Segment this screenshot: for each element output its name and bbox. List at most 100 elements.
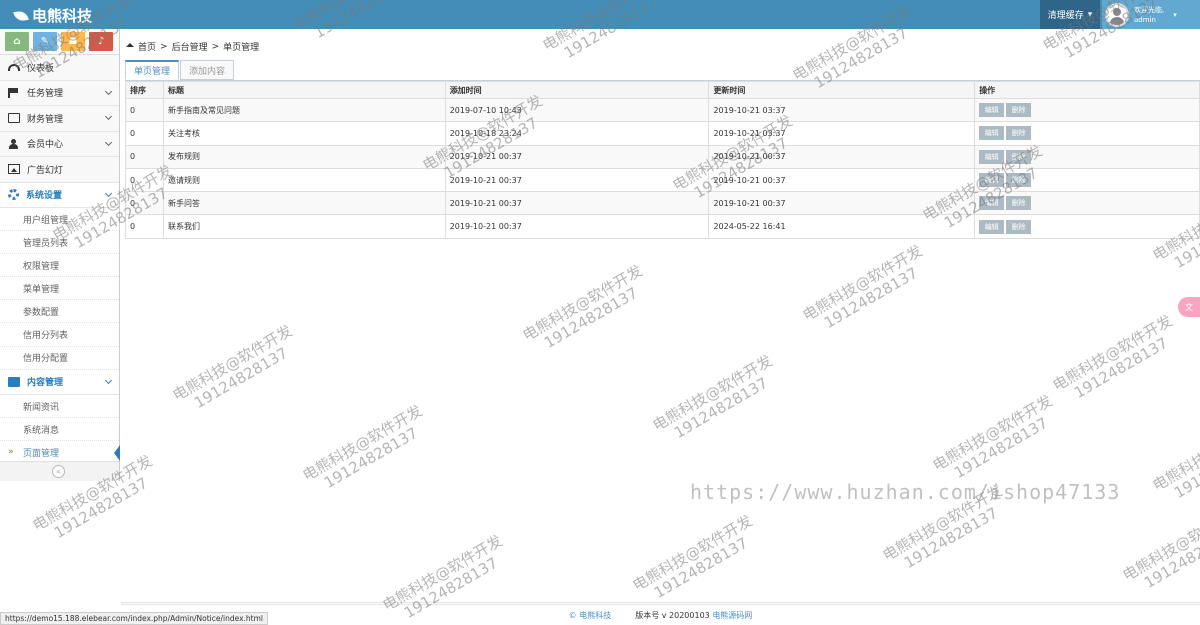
sub-item-label: 权限管理 <box>23 261 60 272</box>
sidebar-item-dashboard[interactable]: 仪表板 <box>0 55 119 81</box>
shortcut-edit-button[interactable]: ✎ <box>33 32 57 51</box>
sidebar-sub-admins[interactable]: 管理员列表 <box>0 231 119 255</box>
sidebar-item-members[interactable]: 会员中心 <box>0 131 119 157</box>
cell-sort: 0 <box>125 191 164 216</box>
watermark-phone: 19124828137 <box>901 503 1001 572</box>
sub-item-label: 页面管理 <box>23 448 60 459</box>
edit-button[interactable]: 编辑 <box>979 219 1005 234</box>
sidebar-sub-credit-config[interactable]: 信用分配置 <box>0 346 119 370</box>
money-icon <box>8 113 20 124</box>
cell-actions: 编辑 删除 <box>974 97 1200 123</box>
edit-button[interactable]: 编辑 <box>979 126 1005 141</box>
shortcut-bar: ⌂ ✎ ☗ ♪ <box>0 29 119 55</box>
table-row: 0 新手指南及常见问题 2019-07-10 10:43 2019-10-21 … <box>125 97 1200 123</box>
brand-name: 电熊科技 <box>32 7 93 25</box>
brand-logo[interactable]: 电熊科技 <box>13 5 93 26</box>
cell-title: 联系我们 <box>162 214 446 239</box>
sidebar-item-tasks[interactable]: 任务管理 <box>0 80 119 106</box>
watermark-text: 电熊科技@软件开发19124828137 <box>1150 412 1200 509</box>
watermark-phone: 19124828137 <box>321 423 421 492</box>
watermark-text: 电熊科技@软件开发19124828137 <box>300 402 434 499</box>
bell-icon: ♪ <box>97 36 105 47</box>
sidebar-item-finance[interactable]: 财务管理 <box>0 106 119 132</box>
floating-translate-button[interactable]: 文 <box>1178 297 1200 317</box>
cell-actions: 编辑 删除 <box>974 167 1200 193</box>
cell-actions: 编辑 删除 <box>974 121 1200 146</box>
watermark-line: 电熊科技@软件开发 <box>629 511 756 595</box>
clear-cache-label: 清理缓存 <box>1047 11 1084 21</box>
sub-item-label: 系统消息 <box>23 425 60 436</box>
tab-bar: 单页管理 添加内容 <box>125 60 235 80</box>
column-header-sort: 排序 <box>125 81 164 99</box>
edit-button[interactable]: 编辑 <box>979 196 1005 211</box>
cell-updated: 2024-05-22 16:41 <box>708 214 976 239</box>
chevron-down-icon <box>104 112 113 121</box>
sidebar-item-label: 内容管理 <box>27 378 64 389</box>
sidebar-sub-news[interactable]: 新闻资讯 <box>0 395 119 419</box>
url-watermark: https://www.huzhan.com/ishop47133 <box>690 480 1121 504</box>
breadcrumb: 首页 > 后台管理 > 单页管理 <box>126 40 259 53</box>
sidebar-sub-params[interactable]: 参数配置 <box>0 300 119 324</box>
shortcut-users-button[interactable]: ☗ <box>61 32 85 51</box>
watermark-phone: 19124828137 <box>1141 523 1200 592</box>
user-icon <box>8 138 20 149</box>
cell-sort: 0 <box>125 214 164 239</box>
translate-icon: 文 <box>1185 302 1193 312</box>
edit-button[interactable]: 编辑 <box>979 173 1005 188</box>
cell-added: 2019-10-21 00:37 <box>444 191 710 216</box>
cell-updated: 2019-10-21 03:37 <box>708 97 976 123</box>
delete-button[interactable]: 删除 <box>1006 126 1032 141</box>
tab-label: 添加内容 <box>189 66 226 77</box>
watermark-text: 电熊科技@软件开发19124828137 <box>930 392 1064 489</box>
sidebar-sub-credit-list[interactable]: 信用分列表 <box>0 323 119 347</box>
cell-sort: 0 <box>125 97 164 123</box>
sidebar-item-content[interactable]: 内容管理 <box>0 369 119 396</box>
tab-label: 单页管理 <box>134 67 171 77</box>
delete-button[interactable]: 删除 <box>1006 149 1032 164</box>
watermark-line: 电熊科技@软件开发 <box>1119 501 1200 585</box>
footer-link[interactable]: 电熊源码网 <box>712 611 752 620</box>
watermark-text: 电熊科技@软件开发19124828137 <box>1120 502 1200 599</box>
cell-actions: 编辑 删除 <box>974 191 1200 216</box>
delete-button[interactable]: 删除 <box>1006 103 1032 118</box>
collapse-sidebar-button[interactable]: « <box>52 465 65 478</box>
chevron-down-icon <box>104 189 113 197</box>
cell-title: 发布规则 <box>162 144 446 169</box>
watermark-phone: 19124828137 <box>651 533 751 602</box>
edit-button[interactable]: 编辑 <box>979 103 1005 118</box>
watermark-line: 电熊科技@软件开发 <box>799 241 926 325</box>
users-icon: ☗ <box>68 36 78 47</box>
watermark-text: 电熊科技@软件开发19124828137 <box>520 262 654 359</box>
watermark-phone: 19124828137 <box>541 283 641 352</box>
delete-button[interactable]: 删除 <box>1006 196 1032 211</box>
breadcrumb-separator: > <box>160 41 168 52</box>
tab-add-content[interactable]: 添加内容 <box>180 60 235 80</box>
edit-button[interactable]: 编辑 <box>979 149 1005 164</box>
breadcrumb-level1[interactable]: 后台管理 <box>172 40 208 53</box>
sidebar-sub-permissions[interactable]: 权限管理 <box>0 254 119 278</box>
navbar-right: 清理缓存 ▾ 欢迎光临, admin ▾ <box>1040 0 1200 29</box>
clear-cache-button[interactable]: 清理缓存 ▾ <box>1040 0 1100 29</box>
username: admin <box>1134 15 1156 24</box>
sidebar-sub-menus[interactable]: 菜单管理 <box>0 277 119 301</box>
double-chevron-left-icon: « <box>56 467 61 476</box>
sidebar-collapse-bar: « <box>0 461 119 481</box>
column-header-title: 标题 <box>162 81 446 99</box>
shortcut-notify-button[interactable]: ♪ <box>89 32 113 51</box>
user-menu[interactable]: 欢迎光临, admin ▾ <box>1102 0 1200 29</box>
delete-button[interactable]: 删除 <box>1006 219 1032 234</box>
sidebar-item-system[interactable]: 系统设置 <box>0 182 119 208</box>
watermark-text: 电熊科技@软件开发19124828137 <box>1050 312 1184 409</box>
picture-icon <box>8 164 20 175</box>
tab-page-management[interactable]: 单页管理 <box>125 60 180 80</box>
column-header-updated: 更新时间 <box>708 81 976 99</box>
shortcut-home-button[interactable]: ⌂ <box>5 32 29 51</box>
cell-added: 2019-10-21 00:37 <box>444 167 710 193</box>
sidebar-sub-user-groups[interactable]: 用户组管理 <box>0 208 119 232</box>
delete-button[interactable]: 删除 <box>1006 173 1032 188</box>
avatar <box>1105 2 1129 27</box>
sidebar: ⌂ ✎ ☗ ♪ 仪表板 任务管理 财务管理 会员中心 广告幻灯 系统设置 用户组… <box>0 29 120 481</box>
sidebar-sub-messages[interactable]: 系统消息 <box>0 418 119 442</box>
breadcrumb-home[interactable]: 首页 <box>138 40 156 53</box>
sidebar-item-slides[interactable]: 广告幻灯 <box>0 157 119 183</box>
